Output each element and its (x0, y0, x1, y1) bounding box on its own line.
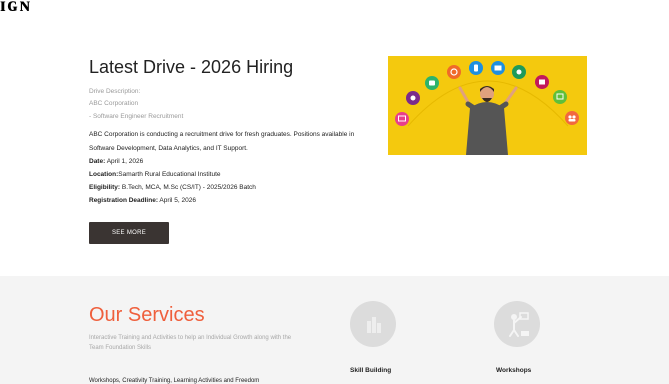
eligibility-label: Eligibility: (89, 184, 121, 191)
illustration-svg (388, 56, 587, 155)
workshop-icon[interactable] (494, 301, 540, 347)
services-description: Workshops, Creativity Training, Learning… (89, 378, 260, 384)
drive-description-line: ABC Corporation is conducting a recruitm… (89, 131, 355, 138)
app-icon-dark-green (512, 65, 526, 79)
drive-company: ABC Corporation (89, 100, 139, 107)
app-icon-orange (447, 65, 461, 79)
app-icon-magenta (535, 75, 549, 89)
date-label: Date: (89, 158, 106, 165)
app-icon-green (425, 76, 439, 90)
skill-building-glyph (367, 317, 381, 333)
drive-eligibility: Eligibility: B.Tech, MCA, M.Sc (CS/IT) -… (89, 184, 256, 191)
hero-illustration (388, 56, 587, 155)
deadline-value: April 5, 2026 (157, 197, 196, 204)
drive-role: - Software Engineer Recruitment (89, 113, 184, 120)
service-label-workshops: Workshops (496, 367, 532, 374)
app-icon-pink (395, 112, 409, 126)
app-icon-purple (406, 91, 420, 105)
drive-location: Location:Samarth Rural Educational Insti… (89, 171, 221, 178)
service-label-skill-building: Skill Building (350, 367, 392, 374)
drive-description-label: Drive Description: (89, 88, 141, 95)
date-value: April 1, 2026 (105, 158, 144, 165)
deadline-label: Registration Deadline: (89, 197, 158, 204)
drive-section: ɪɢɴ Latest Drive - 2026 Hiring Drive Des… (0, 0, 669, 276)
workshop-glyph (509, 312, 529, 337)
skill-building-icon[interactable] (350, 301, 396, 347)
drive-description-line: Software Development, Data Analytics, an… (89, 145, 248, 152)
drive-title: Latest Drive - 2026 Hiring (89, 57, 294, 77)
app-icon-blue (469, 61, 483, 75)
brand-fragment: ɪɢɴ (0, 0, 32, 16)
app-icon-lime (553, 90, 567, 104)
location-value: Samarth Rural Educational Institute (118, 171, 221, 178)
location-label: Location: (89, 171, 119, 178)
app-icon-coral (565, 111, 579, 125)
drive-deadline: Registration Deadline: April 5, 2026 (89, 197, 196, 204)
see-more-button[interactable]: SEE MORE (89, 222, 169, 244)
services-section: Our Services Interactive Training and Ac… (0, 276, 669, 384)
services-title: Our Services (89, 304, 205, 326)
eligibility-value: B.Tech, MCA, M.Sc (CS/IT) - 2025/2026 Ba… (120, 184, 256, 191)
app-icon-mail (491, 61, 505, 75)
drive-date: Date: April 1, 2026 (89, 158, 143, 165)
services-subtitle: Interactive Training and Activities to h… (89, 335, 292, 351)
